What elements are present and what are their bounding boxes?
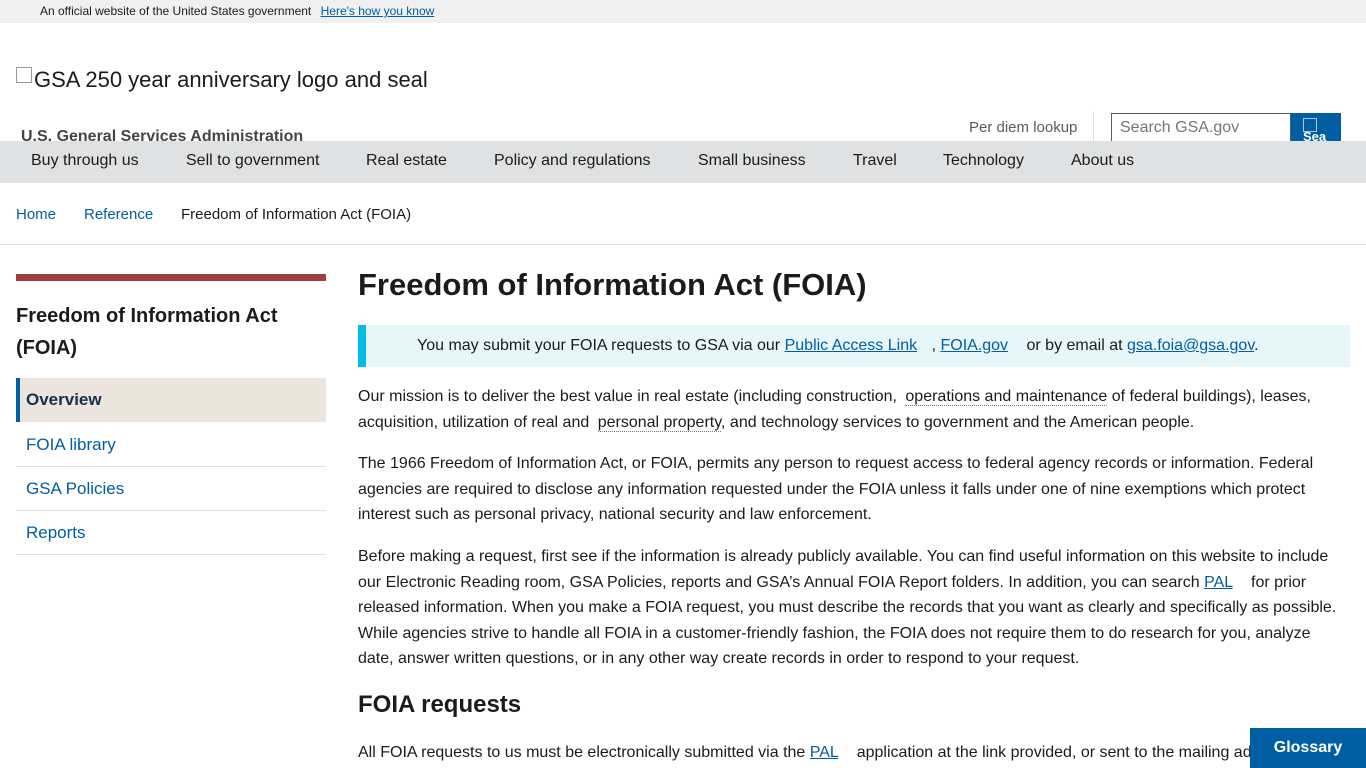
- logo-alt-text: GSA 250 year anniversary logo and seal: [34, 67, 428, 92]
- side-nav: Freedom of Information Act (FOIA) Overvi…: [16, 274, 326, 555]
- foia-requests-text-1: All FOIA requests to us must be electron…: [358, 744, 806, 761]
- search-input[interactable]: [1111, 113, 1291, 143]
- side-nav-item-reports[interactable]: Reports: [16, 511, 326, 555]
- breadcrumb-divider: [0, 244, 1366, 245]
- nav-item-real-estate[interactable]: Real estate: [366, 141, 447, 183]
- page-title: Freedom of Information Act (FOIA): [358, 267, 867, 302]
- before-request-paragraph: Before making a request, first see if th…: [358, 544, 1350, 672]
- per-diem-link[interactable]: Per diem lookup: [969, 119, 1077, 136]
- header-divider: [1093, 111, 1094, 145]
- gov-banner: An official website of the United States…: [0, 0, 1366, 23]
- gov-banner-text: An official website of the United States…: [40, 4, 312, 18]
- main-nav: Buy through us Sell to government Real e…: [0, 141, 1366, 183]
- side-nav-item-foia-library[interactable]: FOIA library: [16, 423, 326, 467]
- foia-gov-link[interactable]: FOIA.gov: [940, 337, 1008, 354]
- nav-item-buy-through-us[interactable]: Buy through us: [31, 141, 139, 183]
- mission-text-1: Our mission is to deliver the best value…: [358, 388, 897, 405]
- main-content: Freedom of Information Act (FOIA) You ma…: [358, 266, 1350, 761]
- nav-item-travel[interactable]: Travel: [853, 141, 897, 183]
- breadcrumb-reference[interactable]: Reference: [84, 206, 153, 223]
- side-nav-item-overview[interactable]: Overview: [16, 378, 326, 422]
- glossary-term-operations-maintenance[interactable]: operations and maintenance: [905, 388, 1108, 406]
- glossary-button[interactable]: Glossary: [1250, 728, 1366, 768]
- glossary-term-personal-property[interactable]: personal property: [597, 413, 722, 432]
- side-nav-title: Freedom of Information Act (FOIA): [16, 305, 278, 359]
- info-alert: You may submit your FOIA requests to GSA…: [358, 325, 1350, 367]
- foia-description-paragraph: The 1966 Freedom of Information Act, or …: [358, 455, 1314, 523]
- before-request-text-1: Before making a request, first see if th…: [358, 548, 1329, 591]
- site-header: GSA 250 year anniversary logo and seal U…: [0, 23, 1366, 145]
- side-nav-accent-bar: [16, 274, 326, 281]
- breadcrumb-current: Freedom of Information Act (FOIA): [181, 206, 412, 223]
- alert-text-or-email: or by email at: [1026, 337, 1123, 354]
- nav-item-technology[interactable]: Technology: [943, 141, 1024, 183]
- foia-requests-heading: FOIA requests: [358, 691, 522, 718]
- mission-text-3: , and technology services to government …: [721, 413, 1195, 431]
- pal-application-link[interactable]: PAL: [810, 744, 838, 761]
- alert-separator: ,: [931, 337, 937, 354]
- nav-item-sell-to-government[interactable]: Sell to government: [186, 141, 319, 183]
- foia-requests-paragraph: All FOIA requests to us must be electron…: [358, 740, 1253, 766]
- foia-email-link[interactable]: gsa.foia@gsa.gov: [1127, 337, 1254, 354]
- gsa-logo[interactable]: GSA 250 year anniversary logo and seal: [16, 67, 428, 93]
- foia-requests-text-2: application at the link provided, or sen…: [856, 744, 1252, 761]
- public-access-link[interactable]: Public Access Link: [785, 337, 918, 354]
- nav-item-about-us[interactable]: About us: [1071, 141, 1134, 183]
- nav-item-policy-and-regulations[interactable]: Policy and regulations: [494, 141, 651, 183]
- how-you-know-link[interactable]: Here's how you know: [321, 4, 435, 18]
- alert-period: .: [1254, 337, 1259, 354]
- nav-item-small-business[interactable]: Small business: [698, 141, 806, 183]
- alert-text: You may submit your FOIA requests to GSA…: [417, 337, 781, 354]
- pal-link[interactable]: PAL: [1204, 574, 1232, 591]
- side-nav-item-gsa-policies[interactable]: GSA Policies: [16, 467, 326, 511]
- search-button[interactable]: Sea: [1291, 113, 1341, 144]
- broken-image-icon: [16, 67, 32, 83]
- mission-paragraph: Our mission is to deliver the best value…: [358, 384, 1350, 435]
- breadcrumb-home[interactable]: Home: [16, 206, 56, 223]
